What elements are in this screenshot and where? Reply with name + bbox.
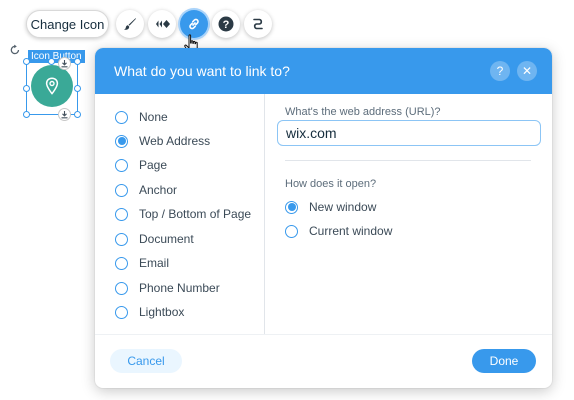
dialog-footer: Cancel Done [95,334,552,388]
radio-button[interactable] [115,158,128,172]
url-input[interactable]: wix.com [277,120,541,146]
radio-button[interactable] [115,207,128,221]
open-option-label: Current window [309,224,393,238]
download-icon [61,60,68,68]
radio-button[interactable] [115,305,128,319]
dialog-close-button[interactable]: ✕ [517,61,537,81]
radio-button[interactable] [115,183,128,197]
resize-handle-top[interactable] [48,58,55,65]
link-type-web-address[interactable]: Web Address [115,132,210,150]
stretch-top-button[interactable] [58,57,71,70]
link-type-label: None [139,110,168,124]
link-type-label: Web Address [139,134,211,148]
stretch-bottom-button[interactable] [58,108,71,121]
svg-text:?: ? [223,19,230,31]
web-address-panel: What's the web address (URL)? wix.com Ho… [265,94,552,334]
paintbrush-icon [124,18,136,30]
link-dialog: What do you want to link to? ? ✕ None We… [95,48,552,388]
link-type-label: Phone Number [139,281,220,295]
resize-handle-top-left[interactable] [23,58,30,65]
change-icon-button[interactable]: Change Icon [26,10,109,38]
link-type-phone-number[interactable]: Phone Number [115,279,220,297]
radio-button[interactable] [115,232,128,246]
done-button[interactable]: Done [472,349,536,373]
link-type-label: Lightbox [139,305,185,319]
dialog-title: What do you want to link to? [114,63,290,79]
resize-handle-right[interactable] [74,85,81,92]
link-type-list: None Web Address Page Anchor Top / Botto… [95,94,265,334]
radio-button[interactable] [285,200,298,214]
resize-handle-top-right[interactable] [74,58,81,65]
open-mode-label: How does it open? [285,178,377,190]
link-type-label: Top / Bottom of Page [139,207,252,221]
radio-button[interactable] [115,281,128,295]
open-current-window-option[interactable]: Current window [285,222,392,240]
rotate-handle-icon[interactable] [9,44,21,56]
location-pin-icon [45,77,59,95]
link-type-label: Document [139,232,194,246]
help-button[interactable]: ? [212,10,240,38]
link-type-anchor[interactable]: Anchor [115,181,177,199]
dialog-help-button[interactable]: ? [490,61,510,81]
help-icon: ? [218,16,234,32]
radio-button[interactable] [285,224,298,238]
animation-icon [156,20,170,28]
cancel-button[interactable]: Cancel [110,349,182,373]
connect-icon [253,18,263,30]
resize-handle-left[interactable] [23,85,30,92]
radio-button[interactable] [115,256,128,270]
link-type-email[interactable]: Email [115,254,169,272]
link-icon [189,18,199,30]
resize-handle-bottom-right[interactable] [74,111,81,118]
link-type-label: Anchor [139,183,178,197]
design-button[interactable] [116,10,144,38]
radio-button[interactable] [115,134,128,148]
icon-button-element[interactable] [31,65,73,107]
download-icon [61,111,68,119]
link-type-top-bottom[interactable]: Top / Bottom of Page [115,205,251,223]
connect-button[interactable] [244,10,272,38]
link-type-lightbox[interactable]: Lightbox [115,303,184,321]
link-type-document[interactable]: Document [115,230,194,248]
url-field-label: What's the web address (URL)? [285,106,441,118]
open-new-window-option[interactable]: New window [285,198,376,216]
animation-button[interactable] [148,10,176,38]
link-type-label: Email [139,256,170,270]
link-type-label: Page [139,158,168,172]
divider [285,160,531,161]
link-type-none[interactable]: None [115,108,168,126]
dialog-header: What do you want to link to? ? ✕ [95,48,552,94]
open-option-label: New window [309,200,377,214]
link-type-page[interactable]: Page [115,156,167,174]
resize-handle-bottom-left[interactable] [23,111,30,118]
radio-button[interactable] [115,110,128,124]
